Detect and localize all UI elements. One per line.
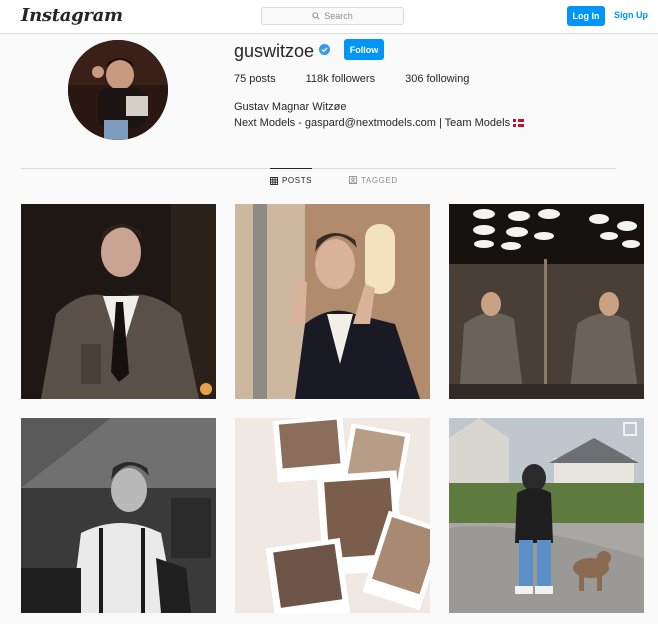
denmark-flag-icon xyxy=(513,119,525,127)
profile-full-name: Gustav Magnar Witzøe xyxy=(234,101,347,113)
top-navbar: Instagram Search Log In Sign Up xyxy=(0,0,658,34)
post-walking-dog[interactable] xyxy=(449,418,644,613)
grid-icon xyxy=(270,176,278,185)
bio-text: Next Models - gaspard@nextmodels.com | T… xyxy=(234,117,511,129)
following-count[interactable]: 306 following xyxy=(405,73,469,85)
tabs-divider xyxy=(21,168,616,169)
tab-tagged[interactable]: TAGGED xyxy=(349,168,398,192)
tab-posts-label: POSTS xyxy=(282,176,313,185)
signup-link[interactable]: Sign Up xyxy=(614,10,648,20)
profile-stats: 75 posts 118k followers 306 following xyxy=(234,73,499,85)
tab-posts[interactable]: POSTS xyxy=(270,168,313,192)
instagram-logo[interactable]: Instagram xyxy=(21,5,123,26)
follow-button[interactable]: Follow xyxy=(344,39,384,60)
search-placeholder: Search xyxy=(324,11,353,21)
verified-badge-icon xyxy=(319,44,330,55)
post-polaroids[interactable] xyxy=(235,418,430,613)
login-button[interactable]: Log In xyxy=(567,6,605,26)
profile-username: guswitzoe xyxy=(234,41,315,61)
profile-avatar[interactable] xyxy=(68,40,168,140)
post-elevator-mirror[interactable] xyxy=(449,204,644,399)
posts-count: 75 posts xyxy=(234,73,276,85)
post-bw-suspenders[interactable] xyxy=(21,418,216,613)
tag-icon xyxy=(349,176,357,184)
post-rock-hands[interactable] xyxy=(235,204,430,399)
followers-count[interactable]: 118k followers xyxy=(306,73,376,85)
search-input[interactable]: Search xyxy=(261,7,404,25)
search-icon xyxy=(312,12,320,20)
post-suit-tie[interactable] xyxy=(21,204,216,399)
tab-tagged-label: TAGGED xyxy=(361,175,398,185)
profile-bio: Next Models - gaspard@nextmodels.com | T… xyxy=(234,117,525,129)
